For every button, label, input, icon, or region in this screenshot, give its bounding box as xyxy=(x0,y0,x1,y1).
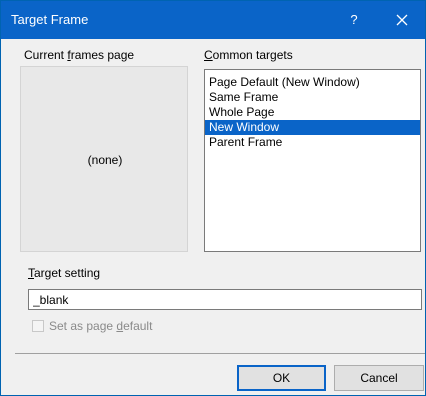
close-icon xyxy=(396,14,408,26)
list-item-page-default[interactable]: Page Default (New Window) xyxy=(205,75,420,90)
cancel-button[interactable]: Cancel xyxy=(334,365,424,391)
target-setting-label: Target setting xyxy=(28,266,101,280)
title-bar: Target Frame ? xyxy=(1,1,425,39)
current-frames-label: Current frames page xyxy=(24,48,135,62)
close-button[interactable] xyxy=(379,1,425,39)
list-item-whole-page[interactable]: Whole Page xyxy=(205,105,420,120)
ok-button[interactable]: OK xyxy=(237,365,326,391)
list-item-same-frame[interactable]: Same Frame xyxy=(205,90,420,105)
current-frames-panel: (none) xyxy=(20,66,188,252)
separator xyxy=(15,353,425,354)
dialog-title: Target Frame xyxy=(11,12,89,27)
help-button[interactable]: ? xyxy=(331,1,377,39)
common-targets-listbox[interactable]: Page Default (New Window) Same Frame Who… xyxy=(204,69,421,252)
target-setting-input[interactable] xyxy=(28,289,422,310)
list-item-parent-frame[interactable]: Parent Frame xyxy=(205,135,420,150)
common-targets-label: Common targets xyxy=(204,48,293,62)
target-frame-dialog: Target Frame ? Current frames page (none… xyxy=(0,0,426,396)
list-item-new-window[interactable]: New Window xyxy=(205,120,420,135)
frames-none-text: (none) xyxy=(87,153,123,167)
set-default-label: Set as page default xyxy=(49,319,153,333)
set-default-checkbox[interactable] xyxy=(32,320,44,332)
